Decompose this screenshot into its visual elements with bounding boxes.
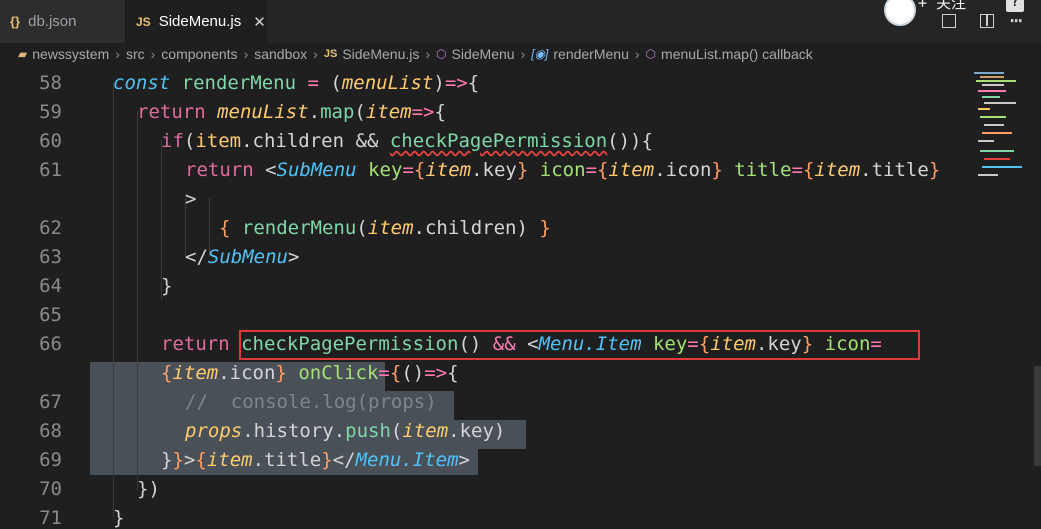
code-editor[interactable]: 58 59 60 61 62 63 64 65 66 67 68 69 70 7… [0, 66, 1041, 529]
split-editor-icon[interactable] [942, 14, 956, 28]
line-number: 66 [39, 333, 62, 355]
line-number: 59 [39, 101, 62, 123]
tab-label: SideMenu.js [158, 13, 242, 30]
breadcrumb-item[interactable]: ⬡ menuList.map() callback [646, 46, 813, 62]
breadcrumb-item[interactable]: sandbox [254, 46, 307, 62]
breadcrumb-item[interactable]: src [126, 46, 145, 62]
code-line: return menuList.map(item=>{ [137, 101, 446, 123]
line-number: 69 [39, 449, 62, 471]
chevron-right-icon: › [520, 46, 526, 62]
code-line: const renderMenu = (menuList)=>{ [113, 72, 480, 94]
line-number: 64 [39, 275, 62, 297]
component-icon: ⬡ [645, 47, 657, 61]
line-number: 71 [39, 507, 62, 529]
code-line: props.history.push(item.key) [185, 420, 506, 442]
chevron-right-icon: › [634, 46, 640, 62]
close-icon[interactable]: ✕ [253, 13, 266, 31]
chevron-right-icon: › [115, 46, 120, 62]
line-number: 67 [39, 391, 62, 413]
annotation-highlight-box [239, 330, 920, 360]
code-line: </SubMenu> [185, 246, 300, 268]
minimap[interactable] [970, 66, 1041, 521]
code-line: // console.log(props) [185, 391, 437, 413]
breadcrumb-item[interactable]: ⬡ SideMenu [436, 46, 515, 62]
code-line: } [113, 507, 125, 529]
variable-icon: [◉] [531, 47, 549, 61]
code-line: }}>{item.title}</Menu.Item> [161, 449, 470, 471]
tab-sidemenu-js[interactable]: JS SideMenu.js ✕ [126, 0, 266, 43]
chevron-right-icon: › [150, 46, 156, 62]
line-number: 63 [39, 246, 62, 268]
vertical-scrollbar[interactable] [1034, 366, 1041, 466]
indent-guide [113, 82, 114, 517]
code-line: }) [137, 478, 160, 500]
tab-db-json[interactable]: {} db.json [0, 0, 126, 43]
code-line: > [185, 188, 197, 210]
code-line: } [161, 275, 173, 297]
json-file-icon: {} [10, 14, 21, 29]
code-line: { renderMenu(item.children) } [219, 217, 551, 239]
js-file-icon: JS [323, 48, 338, 60]
js-file-icon: JS [136, 14, 151, 29]
line-number: 62 [39, 217, 62, 239]
indent-guide [137, 111, 138, 491]
code-line: {item.icon} onClick={()=>{ [161, 362, 459, 384]
line-number: 70 [39, 478, 62, 500]
layout-icon[interactable] [980, 14, 994, 28]
more-actions-icon[interactable]: ⋯ [1010, 8, 1023, 32]
code-line: if(item.children && checkPagePermission(… [161, 130, 653, 152]
breadcrumb-item[interactable]: JS SideMenu.js [324, 46, 420, 62]
chevron-right-icon: › [243, 46, 249, 62]
line-number: 60 [39, 130, 62, 152]
line-number: 68 [39, 420, 62, 442]
breadcrumb-item[interactable]: components [161, 46, 237, 62]
code-line: return <SubMenu key={item.key} icon={ite… [185, 159, 941, 181]
component-icon: ⬡ [436, 47, 447, 61]
tab-label: db.json [28, 13, 77, 30]
breadcrumb-item[interactable]: [◉] renderMenu [531, 46, 629, 62]
line-number: 61 [39, 159, 62, 181]
chevron-right-icon: › [313, 46, 318, 62]
chevron-right-icon: › [425, 46, 431, 62]
breadcrumb-item[interactable]: ▰ newssystem [18, 46, 109, 62]
folder-icon: ▰ [18, 47, 28, 61]
line-number: 65 [39, 304, 62, 326]
follow-button[interactable]: + 关注 [918, 0, 966, 13]
line-number: 58 [39, 72, 62, 94]
avatar[interactable] [884, 0, 916, 26]
breadcrumb: ▰ newssystem › src › components › sandbox… [0, 43, 1041, 65]
tab-bar: {} db.json JS SideMenu.js ✕ + 关注 ? ⋯ [0, 0, 1041, 44]
